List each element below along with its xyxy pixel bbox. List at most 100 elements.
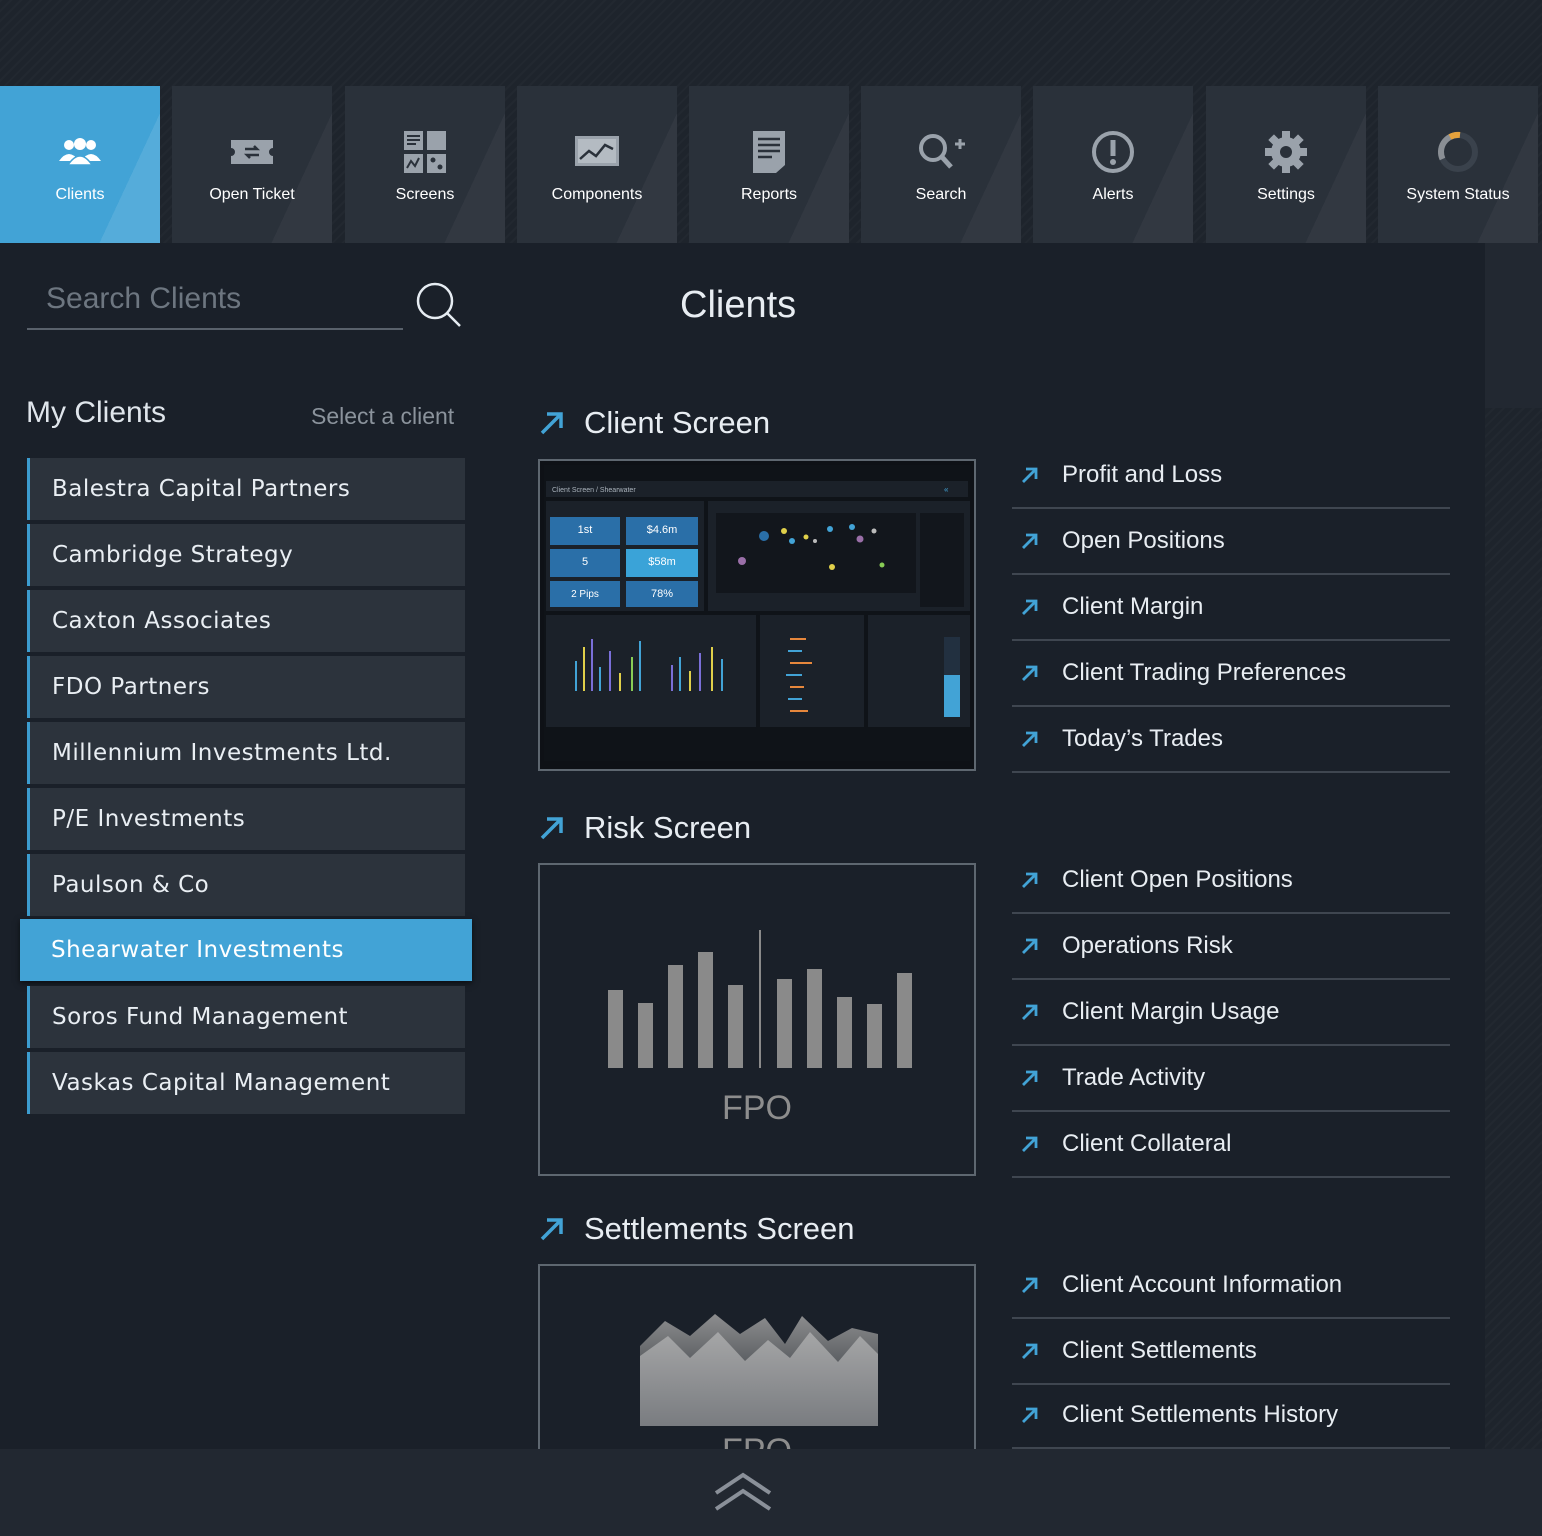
link-label: Client Trading Preferences [1062,659,1347,686]
arrow-up-right-icon [1022,1407,1038,1423]
arrow-up-right-icon [540,1218,563,1241]
client-screen-preview[interactable]: Client Screen / Shearwater « 1st $4.6m 5… [538,459,976,771]
nav-reports[interactable]: Reports [689,86,849,243]
link-item[interactable]: Client Open Positions [1012,848,1450,914]
link-item[interactable]: Client Margin Usage [1012,980,1450,1046]
nav-label: Reports [740,186,798,203]
nav-label: Search [915,186,967,203]
section-client-screen[interactable]: Client Screen [538,405,770,441]
area-chart-placeholder-icon [640,1314,878,1426]
link-label: Trade Activity [1062,1064,1206,1091]
link-item[interactable]: Client Collateral [1012,1112,1450,1178]
link-label: Client Account Information [1062,1271,1343,1298]
arrow-up-right-icon [1022,1277,1038,1293]
client-item[interactable]: Soros Fund Management [27,986,465,1048]
preview-tile: $58m [648,556,676,568]
screens-grid-icon [401,130,449,174]
risk-screen-preview[interactable]: FPO [538,863,976,1176]
arrow-up-right-icon [1022,1343,1038,1359]
ticket-icon [228,130,276,174]
section-title: Client Screen [584,405,771,440]
link-label: Open Positions [1062,527,1225,554]
arrow-up-right-icon [1022,872,1038,888]
nav-clients[interactable]: Clients [0,86,160,243]
fpo-label: FPO [540,1432,974,1449]
nav-label: Clients [55,186,105,203]
client-item[interactable]: Balestra Capital Partners [27,458,465,520]
client-item[interactable]: FDO Partners [27,656,465,718]
link-label: Operations Risk [1062,932,1233,959]
gear-icon [1262,130,1310,174]
arrow-up-right-icon [1022,731,1038,747]
section-title: Risk Screen [584,810,752,845]
client-item[interactable]: Cambridge Strategy [27,524,465,586]
arrow-up-right-icon [1022,938,1038,954]
arrow-up-right-icon [1022,1004,1038,1020]
settlements-screen-preview[interactable]: FPO [538,1264,976,1449]
nav-label: Settings [1257,186,1315,203]
preview-breadcrumb: Client Screen / Shearwater [552,487,636,494]
select-client-hint: Select a client [311,403,455,429]
link-item[interactable]: Client Account Information [1012,1253,1450,1319]
link-label: Today’s Trades [1062,725,1223,752]
scrollbar[interactable] [1485,243,1542,408]
link-item[interactable]: Client Margin [1012,575,1450,641]
nav-label: Screens [395,186,455,203]
nav-screens[interactable]: Screens [345,86,505,243]
client-item-selected[interactable]: Shearwater Investments [20,919,472,981]
nav-components[interactable]: Components [517,86,677,243]
nav-label: Alerts [1092,186,1134,203]
status-gauge-icon [1434,130,1482,174]
section-risk-screen[interactable]: Risk Screen [538,810,751,846]
link-item[interactable]: Operations Risk [1012,914,1450,980]
preview-tile: 2 Pips [571,589,599,600]
bottom-bar [0,1449,1542,1536]
nav-label: Open Ticket [209,186,295,203]
arrow-up-right-icon [1022,1070,1038,1086]
section-settlements-screen[interactable]: Settlements Screen [538,1211,855,1247]
fpo-label: FPO [722,1089,792,1127]
arrow-up-right-icon [540,412,563,435]
nav-open-ticket[interactable]: Open Ticket [172,86,332,243]
client-item[interactable]: Vaskas Capital Management [27,1052,465,1114]
chevron-up-icon[interactable] [712,1467,774,1517]
client-item[interactable]: P/E Investments [27,788,465,850]
arrow-up-right-icon [1022,533,1038,549]
search-icon[interactable] [414,280,464,330]
link-item[interactable]: Client Settlements History [1012,1383,1450,1449]
chart-monitor-icon [573,130,621,174]
top-navigation: Clients Open Ticket Screens Components R… [0,86,1542,243]
link-label: Client Settlements [1062,1337,1257,1364]
search-placeholder: Search Clients [46,282,242,315]
client-item[interactable]: Millennium Investments Ltd. [27,722,465,784]
preview-tile: $4.6m [647,524,678,536]
nav-label: Components [551,186,643,203]
link-item[interactable]: Trade Activity [1012,1046,1450,1112]
preview-tile: 78% [651,588,673,600]
my-clients-heading: My Clients [26,396,167,429]
document-icon [745,130,793,174]
arrow-up-right-icon [540,817,563,840]
page-title: Clients [680,284,797,326]
arrow-up-right-icon [1022,599,1038,615]
nav-search[interactable]: Search [861,86,1021,243]
arrow-up-right-icon [1022,1136,1038,1152]
link-item[interactable]: Open Positions [1012,509,1450,575]
link-label: Profit and Loss [1062,461,1223,488]
arrow-up-right-icon [1022,467,1038,483]
dashboard-preview-image: Client Screen / Shearwater « 1st $4.6m 5… [540,461,974,769]
preview-tile: 1st [578,524,593,536]
bar-chart-placeholder-icon [608,930,912,1068]
client-item[interactable]: Caxton Associates [27,590,465,652]
link-item[interactable]: Client Settlements [1012,1319,1450,1385]
search-input[interactable]: Search Clients [27,272,403,330]
link-item[interactable]: Client Trading Preferences [1012,641,1450,707]
link-item[interactable]: Today’s Trades [1012,707,1450,773]
link-label: Client Margin [1062,593,1204,620]
nav-alerts[interactable]: Alerts [1033,86,1193,243]
client-item[interactable]: Paulson & Co [27,854,465,916]
nav-settings[interactable]: Settings [1206,86,1366,243]
users-icon [56,130,104,174]
nav-system-status[interactable]: System Status [1378,86,1538,243]
link-item[interactable]: Profit and Loss [1012,443,1450,509]
